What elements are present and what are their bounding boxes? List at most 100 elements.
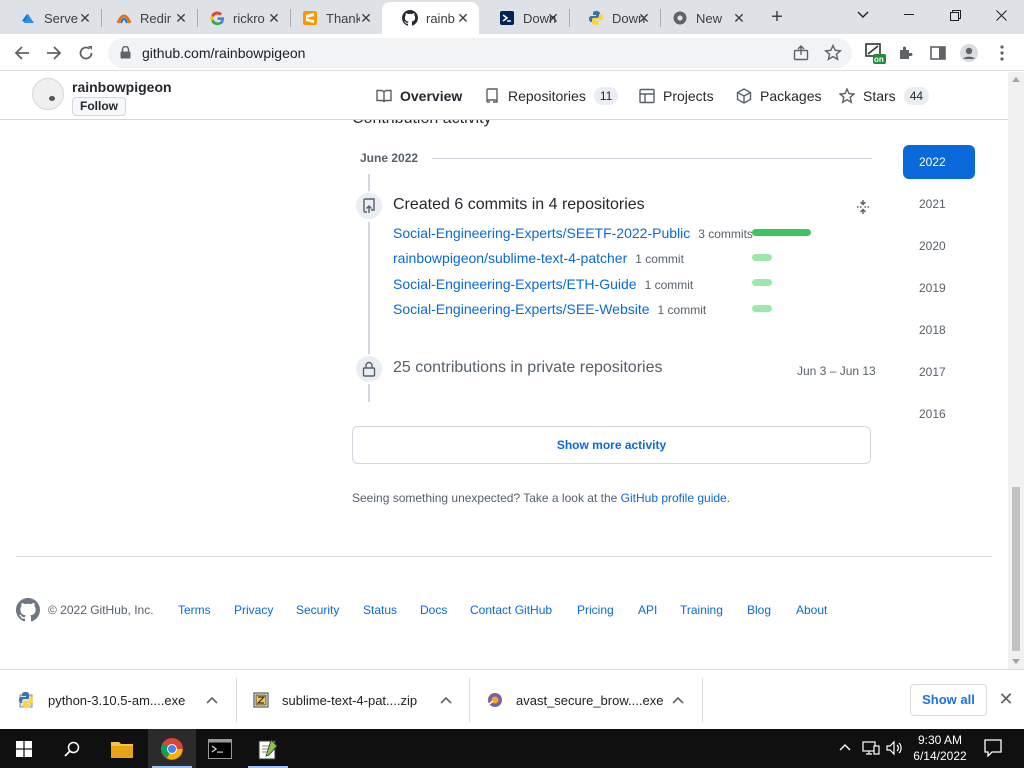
show-hidden-icons-chevron[interactable]: [838, 740, 854, 756]
extension-toggle-icon[interactable]: on: [862, 40, 888, 66]
chevron-up-icon[interactable]: [206, 692, 222, 708]
footer-link-security[interactable]: Security: [296, 603, 339, 617]
footer-link-privacy[interactable]: Privacy: [234, 603, 273, 617]
tab-repositories[interactable]: Repositories 11: [484, 85, 619, 107]
commit-count-link[interactable]: 1 commit: [645, 278, 694, 292]
browser-tab[interactable]: Redir ✕: [96, 2, 197, 34]
footer-link-about[interactable]: About: [796, 603, 827, 617]
commit-count-link[interactable]: 1 commit: [635, 252, 684, 266]
close-tab-icon[interactable]: ✕: [455, 10, 471, 26]
footer-link-status[interactable]: Status: [363, 603, 397, 617]
page-scrollbar[interactable]: [1008, 72, 1024, 669]
avast-installer-icon: [486, 691, 504, 709]
close-downloads-bar-icon[interactable]: ✕: [997, 690, 1015, 708]
bookmark-star-icon[interactable]: [824, 43, 842, 62]
notepad-plus-plus-icon[interactable]: [244, 729, 292, 768]
year-2016[interactable]: 2016: [903, 397, 975, 431]
timeline-line: [368, 174, 370, 192]
side-panel-icon[interactable]: [925, 40, 951, 66]
github-logo-icon[interactable]: [16, 598, 40, 622]
close-tab-icon[interactable]: ✕: [266, 10, 282, 26]
fold-icon[interactable]: [855, 199, 871, 215]
year-2019[interactable]: 2019: [903, 271, 975, 305]
extensions-puzzle-icon[interactable]: [893, 40, 919, 66]
url-text[interactable]: github.com/rainbowpigeon: [142, 45, 305, 61]
year-2021[interactable]: 2021: [903, 187, 975, 221]
lock-icon[interactable]: [120, 45, 131, 64]
clock-date: 6/14/2022: [913, 749, 967, 763]
browser-tab[interactable]: Serve ✕: [0, 2, 101, 34]
close-tab-icon[interactable]: ✕: [77, 10, 93, 26]
browser-tab-active[interactable]: rainb ✕: [382, 2, 479, 34]
repo-link[interactable]: Social-Engineering-Experts/ETH-Guide: [393, 276, 637, 292]
file-explorer-icon[interactable]: [98, 729, 146, 768]
year-2020[interactable]: 2020: [903, 229, 975, 263]
close-tab-icon[interactable]: ✕: [173, 10, 189, 26]
footer-link-blog[interactable]: Blog: [747, 603, 771, 617]
footer-link-docs[interactable]: Docs: [420, 603, 447, 617]
close-tab-icon[interactable]: ✕: [731, 10, 747, 26]
browser-tab[interactable]: Thank ✕: [282, 2, 382, 34]
tab-search-button[interactable]: [840, 0, 886, 30]
commit-count-link[interactable]: 1 commit: [658, 303, 707, 317]
footer-link-terms[interactable]: Terms: [178, 603, 211, 617]
terminal-icon[interactable]: [196, 729, 244, 768]
browser-tab[interactable]: Down ✕: [568, 2, 660, 34]
username[interactable]: rainbowpigeon: [72, 79, 172, 95]
scroll-thumb[interactable]: [1012, 487, 1020, 651]
tab-packages[interactable]: Packages: [736, 85, 821, 107]
scroll-down-arrow[interactable]: [1012, 659, 1020, 664]
repo-link[interactable]: Social-Engineering-Experts/SEETF-2022-Pu…: [393, 225, 690, 241]
back-button[interactable]: [8, 39, 36, 67]
footer-link-training[interactable]: Training: [680, 603, 723, 617]
browser-tab[interactable]: rickro ✕: [189, 2, 290, 34]
forward-button[interactable]: [40, 39, 68, 67]
reload-button[interactable]: [72, 39, 100, 67]
notification-center-icon[interactable]: [984, 739, 1002, 758]
address-bar[interactable]: github.com/rainbowpigeon: [108, 38, 852, 68]
footer-link-contact[interactable]: Contact GitHub: [470, 603, 552, 617]
share-icon[interactable]: [792, 44, 810, 62]
tab-stars[interactable]: Stars 44: [839, 85, 930, 107]
chrome-taskbar-icon[interactable]: [148, 729, 196, 768]
year-2017[interactable]: 2017: [903, 355, 975, 389]
footer-link-api[interactable]: API: [638, 603, 657, 617]
volume-icon[interactable]: [886, 740, 902, 756]
taskbar-clock[interactable]: 9:30 AM 6/14/2022: [910, 732, 970, 764]
network-icon[interactable]: [862, 740, 880, 756]
download-item[interactable]: sublime-text-4-pat....zip: [252, 678, 468, 722]
avatar[interactable]: [32, 78, 64, 110]
profile-guide-link[interactable]: GitHub profile guide: [621, 491, 727, 505]
download-item[interactable]: python-3.10.5-am....exe: [18, 678, 236, 722]
restore-button[interactable]: [932, 0, 978, 30]
browser-menu-icon[interactable]: [989, 40, 1015, 66]
browser-tab[interactable]: Down ✕: [479, 2, 569, 34]
show-all-downloads-button[interactable]: Show all: [910, 684, 987, 716]
close-window-button[interactable]: [978, 0, 1024, 30]
minimize-button[interactable]: [886, 0, 932, 30]
year-2022[interactable]: 2022: [903, 145, 975, 179]
commit-count-link[interactable]: 3 commits: [698, 227, 753, 241]
year-2018[interactable]: 2018: [903, 313, 975, 347]
footer-link-pricing[interactable]: Pricing: [577, 603, 614, 617]
show-more-activity-button[interactable]: Show more activity: [352, 426, 871, 464]
repo-link[interactable]: Social-Engineering-Experts/SEE-Website: [393, 301, 650, 317]
follow-button[interactable]: Follow: [72, 97, 126, 116]
close-tab-icon[interactable]: ✕: [636, 10, 652, 26]
chevron-up-icon[interactable]: [672, 692, 688, 708]
close-tab-icon[interactable]: ✕: [545, 10, 561, 26]
chevron-up-icon[interactable]: [440, 692, 456, 708]
repo-link[interactable]: rainbowpigeon/sublime-text-4-patcher: [393, 250, 627, 266]
scroll-up-arrow[interactable]: [1012, 77, 1020, 82]
star-icon: [839, 88, 855, 104]
close-tab-icon[interactable]: ✕: [358, 10, 374, 26]
profile-avatar-icon[interactable]: [956, 40, 982, 66]
download-item[interactable]: avast_secure_brow....exe: [486, 678, 702, 722]
windows-start-icon[interactable]: [0, 729, 48, 768]
tab-projects[interactable]: Projects: [639, 85, 714, 107]
search-icon[interactable]: [48, 729, 96, 768]
browser-tab[interactable]: New ✕: [652, 2, 755, 34]
tab-overview[interactable]: Overview: [376, 85, 462, 107]
tab-label: Repositories: [508, 88, 586, 104]
new-tab-button[interactable]: +: [765, 5, 789, 29]
